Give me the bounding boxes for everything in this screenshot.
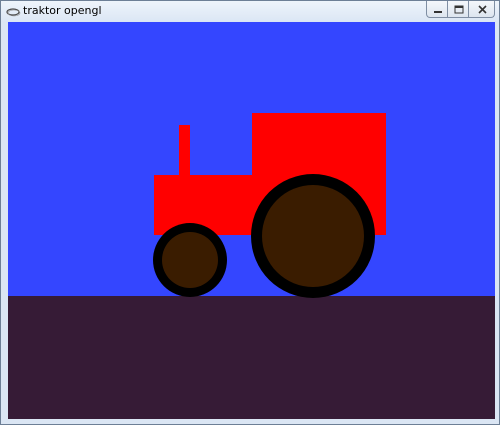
- opengl-canvas[interactable]: [8, 22, 495, 419]
- app-window: traktor opengl: [0, 0, 500, 425]
- close-icon: [478, 5, 487, 14]
- sky: [8, 22, 495, 296]
- window-title: traktor opengl: [23, 4, 102, 17]
- tractor-front-wheel-hub: [162, 232, 218, 288]
- tractor-scene: [8, 22, 495, 419]
- close-button[interactable]: [468, 1, 495, 18]
- title-bar[interactable]: traktor opengl: [1, 1, 499, 21]
- maximize-icon: [454, 5, 464, 14]
- minimize-button[interactable]: [426, 1, 448, 18]
- ground: [8, 296, 495, 419]
- tractor-rear-wheel-hub: [262, 185, 364, 287]
- minimize-icon: [434, 11, 442, 13]
- tractor-hood: [154, 175, 260, 235]
- app-icon[interactable]: [5, 4, 21, 18]
- maximize-button[interactable]: [447, 1, 469, 18]
- tractor-exhaust-pipe: [179, 125, 190, 175]
